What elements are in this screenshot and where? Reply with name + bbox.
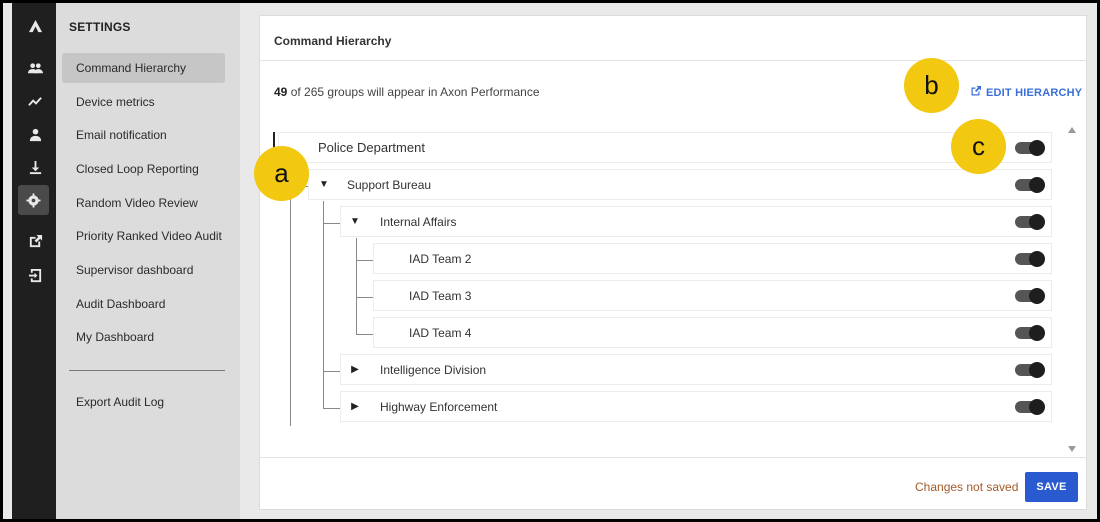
tree-row-iad-team-2[interactable]: IAD Team 2 (373, 243, 1052, 274)
tree-row-label: Intelligence Division (380, 362, 487, 377)
sidebar-divider (69, 370, 225, 371)
edit-hierarchy-link[interactable]: EDIT HIERARCHY (970, 85, 1082, 100)
tree-row-label: IAD Team 3 (409, 288, 472, 303)
tree-row-label: IAD Team 2 (409, 251, 472, 266)
sidebar-item-priority-ranked-video-audit[interactable]: Priority Ranked Video Audit (62, 221, 225, 251)
visibility-toggle[interactable] (1015, 251, 1045, 267)
tree-row-intelligence-division[interactable]: ▶ Intelligence Division (340, 354, 1052, 385)
tree-branch (323, 223, 340, 224)
sign-in-icon[interactable] (12, 260, 59, 290)
tree-row-highway-enforcement[interactable]: ▶ Highway Enforcement (340, 391, 1052, 422)
app-frame: SETTINGS Command Hierarchy Device metric… (3, 3, 1097, 519)
tree-branch (323, 371, 340, 372)
sidebar-item-command-hierarchy[interactable]: Command Hierarchy (62, 53, 225, 83)
external-link-icon[interactable] (12, 226, 59, 256)
settings-sidebar: SETTINGS Command Hierarchy Device metric… (56, 3, 240, 519)
download-icon[interactable] (12, 152, 59, 182)
tree-row-label: Internal Affairs (380, 214, 457, 229)
summary-text: of 265 groups will appear in Axon Perfor… (287, 85, 540, 99)
sidebar-heading: SETTINGS (69, 20, 131, 34)
summary-count: 49 (274, 85, 288, 99)
sidebar-item-supervisor-dashboard[interactable]: Supervisor dashboard (62, 255, 225, 285)
sidebar-item-random-video-review[interactable]: Random Video Review (62, 188, 225, 218)
edit-hierarchy-label: EDIT HIERARCHY (986, 86, 1083, 99)
footer-divider (260, 457, 1086, 458)
visibility-toggle[interactable] (1015, 214, 1045, 230)
visibility-toggle[interactable] (1015, 399, 1045, 415)
tree-branch (356, 334, 373, 335)
tree-row-police-department[interactable]: Police Department (278, 132, 1052, 163)
gear-icon[interactable] (18, 185, 49, 215)
tree-row-label: Highway Enforcement (380, 399, 498, 414)
tree-row-internal-affairs[interactable]: ▼ Internal Affairs (340, 206, 1052, 237)
tree-row-label: IAD Team 4 (409, 325, 472, 340)
caret-right-icon[interactable]: ▶ (344, 401, 366, 412)
tree-branch (356, 260, 373, 261)
trend-icon[interactable] (12, 86, 59, 116)
sidebar-item-my-dashboard[interactable]: My Dashboard (62, 322, 225, 352)
tree-row-label: Support Bureau (347, 177, 432, 192)
icon-rail (12, 3, 59, 519)
unsaved-status: Changes not saved (915, 480, 1019, 494)
tree-root-marker (273, 132, 275, 148)
callout-c: c (951, 119, 1006, 174)
visibility-toggle[interactable] (1015, 362, 1045, 378)
sidebar-item-device-metrics[interactable]: Device metrics (62, 87, 225, 117)
sidebar-item-email-notification[interactable]: Email notification (62, 120, 225, 150)
caret-down-icon[interactable]: ▼ (344, 216, 366, 227)
logo-icon[interactable] (12, 11, 59, 41)
caret-down-icon[interactable]: ▼ (313, 179, 335, 190)
person-icon[interactable] (12, 119, 59, 149)
tree-line-level-3 (356, 238, 357, 334)
external-link-icon (970, 85, 982, 100)
command-hierarchy-card: Command Hierarchy 49 of 265 groups will … (259, 15, 1087, 510)
visibility-toggle[interactable] (1015, 140, 1045, 156)
visibility-toggle[interactable] (1015, 325, 1045, 341)
people-icon[interactable] (12, 53, 59, 83)
tree-branch (356, 297, 373, 298)
scroll-up-arrow[interactable] (1068, 127, 1076, 133)
tree-row-iad-team-3[interactable]: IAD Team 3 (373, 280, 1052, 311)
tree-row-label: Police Department (318, 140, 425, 155)
card-title: Command Hierarchy (274, 34, 392, 48)
tree-branch (323, 408, 340, 409)
visibility-toggle[interactable] (1015, 177, 1045, 193)
callout-b: b (904, 58, 959, 113)
tree-row-support-bureau[interactable]: ▼ Support Bureau (308, 169, 1052, 200)
sidebar-item-audit-dashboard[interactable]: Audit Dashboard (62, 289, 225, 319)
groups-summary: 49 of 265 groups will appear in Axon Per… (274, 85, 540, 99)
sidebar-item-closed-loop-reporting[interactable]: Closed Loop Reporting (62, 154, 225, 184)
callout-a: a (254, 146, 309, 201)
header-divider (260, 60, 1086, 61)
caret-right-icon[interactable]: ▶ (344, 364, 366, 375)
visibility-toggle[interactable] (1015, 288, 1045, 304)
tree-line-level-2 (323, 201, 324, 408)
scroll-down-arrow[interactable] (1068, 446, 1076, 452)
save-button[interactable]: SAVE (1025, 472, 1078, 502)
sidebar-item-export-audit-log[interactable]: Export Audit Log (62, 387, 225, 417)
tree-row-iad-team-4[interactable]: IAD Team 4 (373, 317, 1052, 348)
